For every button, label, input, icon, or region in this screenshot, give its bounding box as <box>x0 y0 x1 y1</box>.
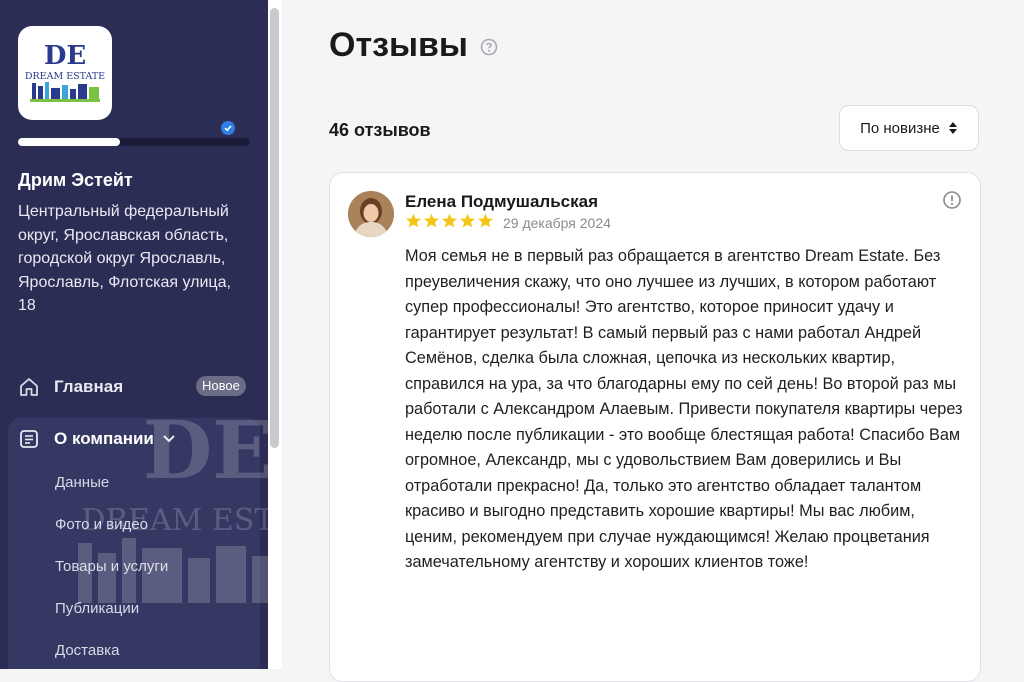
company-name: Дрим Эстейт <box>18 170 133 190</box>
sidebar-section-about: О компании Данные Фото и видео Товары и … <box>8 418 260 669</box>
new-badge: Новое <box>196 376 246 396</box>
company-logo[interactable]: DE DREAM ESTATE <box>18 26 112 120</box>
help-icon[interactable] <box>480 38 498 56</box>
review-text: Моя семья не в первый раз обращается в а… <box>405 247 963 571</box>
profile-progress-bar <box>18 138 250 146</box>
scrollbar-thumb[interactable] <box>270 8 279 448</box>
company-address: Центральный федеральный округ, Ярославск… <box>18 203 231 314</box>
star-icon <box>478 213 493 228</box>
star-icon <box>460 213 475 228</box>
document-icon <box>20 430 38 448</box>
sidebar-item-delivery[interactable]: Доставка <box>55 642 119 659</box>
review-card: Елена Подмушальская 29 декабря 2024 Моя … <box>329 172 981 682</box>
review-date: 29 декабря 2024 <box>503 215 611 231</box>
page-title: Отзывы <box>329 26 468 64</box>
sidebar-scrollbar[interactable] <box>268 0 282 669</box>
rating-stars <box>405 213 494 228</box>
star-icon <box>424 213 439 228</box>
dream-estate-logo: DE DREAM ESTATE <box>25 41 105 102</box>
home-icon <box>20 378 38 396</box>
svg-text:DREAM ESTATE: DREAM ESTATE <box>25 71 105 82</box>
review-author[interactable]: Елена Подмушальская <box>405 192 598 212</box>
verified-icon <box>219 119 237 137</box>
author-avatar[interactable] <box>348 191 394 237</box>
profile-progress-fill <box>18 138 121 146</box>
sidebar-item-about[interactable]: О компании <box>18 428 176 450</box>
sidebar-item-home-label: Главная <box>54 377 124 396</box>
sidebar: DE DREAM ESTATE Дрим Эстейт Центральный … <box>0 0 268 669</box>
star-icon <box>406 213 421 228</box>
sidebar-item-about-label: О компании <box>54 429 154 448</box>
svg-text:DE: DE <box>44 41 86 71</box>
sort-dropdown[interactable]: По новизне <box>839 105 979 151</box>
star-icon <box>442 213 457 228</box>
report-icon[interactable] <box>942 190 962 210</box>
sidebar-item-data[interactable]: Данные <box>55 474 109 491</box>
sidebar-item-publications[interactable]: Публикации <box>55 600 139 617</box>
reviews-count: 46 отзывов <box>329 120 431 140</box>
main-content: Отзывы 46 отзывов По новизне Елена Подму… <box>282 0 1024 682</box>
chevron-down-icon[interactable] <box>162 434 176 444</box>
sidebar-item-photo-video[interactable]: Фото и видео <box>55 516 148 533</box>
sort-arrows-icon <box>948 122 957 134</box>
sort-label: По новизне <box>860 119 940 137</box>
sidebar-item-goods-services[interactable]: Товары и услуги <box>55 558 168 575</box>
